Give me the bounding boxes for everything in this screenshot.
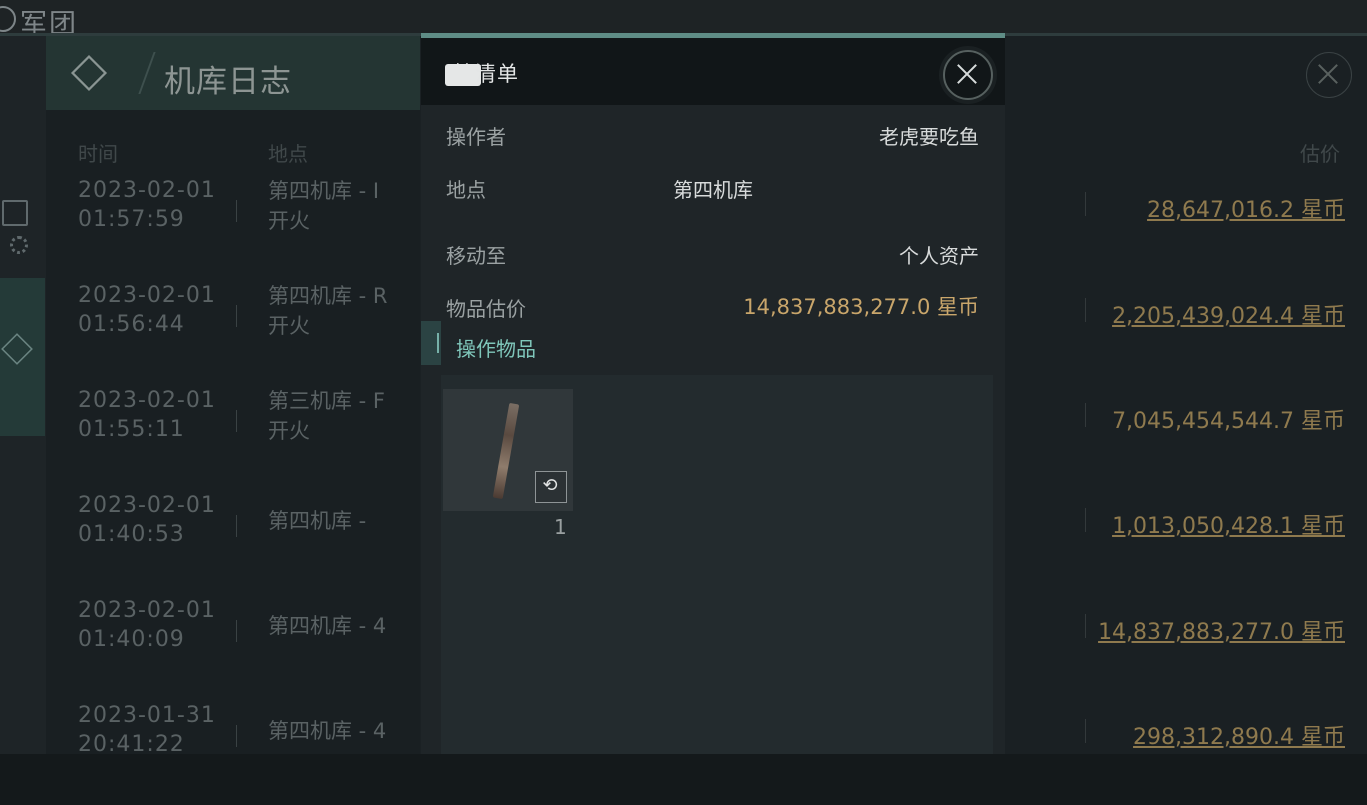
log-icon xyxy=(2,200,28,226)
tab-operated-items-label: 操作物品 xyxy=(456,337,536,361)
table-row[interactable]: 2023-02-01 01:57:59 第四机库 - I 开火 xyxy=(46,176,420,280)
row-datetime: 2023-02-01 01:40:53 xyxy=(78,493,216,547)
table-row[interactable]: 2023-01-31 20:41:22 第四机库 - 4 xyxy=(46,701,420,805)
row-datetime: 2023-02-01 01:55:11 xyxy=(78,388,216,442)
row-datetime: 2023-01-31 20:41:22 xyxy=(78,703,216,757)
gear-icon xyxy=(10,236,28,254)
column-header-value: 估价 xyxy=(1300,142,1340,166)
item-quantity: 1 xyxy=(554,515,567,539)
location-label: 地点 xyxy=(446,178,486,202)
row-location: 第四机库 - 4 xyxy=(268,719,387,743)
rail-tab-hangar[interactable] xyxy=(0,278,45,436)
legion-icon xyxy=(0,6,16,32)
location-value: 第四机库 xyxy=(673,178,753,202)
header-divider xyxy=(138,52,156,94)
hangar-box-icon xyxy=(1,333,33,365)
operator-label: 操作者 xyxy=(446,125,506,149)
close-button[interactable] xyxy=(943,50,993,100)
row-value-link[interactable]: 14,837,883,277.0 星币 xyxy=(1098,614,1345,646)
table-row[interactable]: 2023-02-01 01:55:11 第三机库 - F 开火 xyxy=(46,386,420,490)
column-header-location: 地点 xyxy=(268,142,308,166)
estimate-value: 14,837,883,277.0 星币 xyxy=(743,295,979,319)
hangar-log-title: 机库日志 xyxy=(164,64,292,100)
column-header-time: 时间 xyxy=(78,142,118,166)
row-location: 第四机库 - I 开火 xyxy=(268,179,380,233)
hangar-log-table: 时间 地点 2023-02-01 01:57:59 第四机库 - I 开火 202… xyxy=(46,110,420,757)
hangar-log-header: 机库日志 xyxy=(46,36,420,110)
row-value-link[interactable]: 1,013,050,428.1 星币 xyxy=(1112,508,1345,540)
row-location: 第四机库 - xyxy=(268,509,367,533)
row-value-link[interactable]: 298,312,890.4 星币 xyxy=(1133,719,1345,751)
row-value-link[interactable]: 2,205,439,024.4 星币 xyxy=(1112,298,1345,330)
close-icon[interactable] xyxy=(1306,52,1352,98)
row-location: 第四机库 - R 开火 xyxy=(268,284,388,338)
tab-operated-items[interactable]: 操作物品 xyxy=(421,321,721,365)
row-value-link[interactable]: 28,647,016.2 星币 xyxy=(1147,192,1345,224)
table-row[interactable]: 2023-02-01 01:40:09 第四机库 - 4 xyxy=(46,596,420,700)
hangar-box-icon xyxy=(68,52,108,92)
row-location: 第三机库 - F 开火 xyxy=(268,389,386,443)
row-datetime: 2023-02-01 01:40:09 xyxy=(78,598,216,652)
dialog-header: 核清单 xyxy=(421,38,1005,105)
blade-weapon-icon xyxy=(492,402,520,500)
row-datetime: 2023-02-01 01:56:44 xyxy=(78,283,216,337)
operator-value: 老虎要吃鱼 xyxy=(879,125,979,149)
table-row[interactable]: 2023-02-01 01:56:44 第四机库 - R 开火 xyxy=(46,281,420,385)
move-to-label: 移动至 xyxy=(446,244,506,268)
dialog-title: 核清单 xyxy=(445,58,519,88)
table-row[interactable]: 2023-02-01 01:40:53 第四机库 - xyxy=(46,491,420,595)
row-location: 第四机库 - 4 xyxy=(268,614,387,638)
row-value: 7,045,454,544.7 星币 xyxy=(1112,409,1345,434)
row-datetime: 2023-02-01 01:57:59 xyxy=(78,178,216,232)
estimate-label: 物品估价 xyxy=(446,297,526,321)
item-slot[interactable]: ⟲ xyxy=(443,389,573,511)
left-rail xyxy=(0,36,46,754)
swap-icon: ⟲ xyxy=(542,475,558,496)
checklist-dialog: 核清单 操作者 老虎要吃鱼 地点 第四机库 移动至 个人资产 物品估价 14,8… xyxy=(421,33,1005,754)
rail-tab-log-settings[interactable] xyxy=(0,196,36,276)
top-bar: 军团 xyxy=(0,0,1367,40)
move-to-value: 个人资产 xyxy=(899,244,979,268)
